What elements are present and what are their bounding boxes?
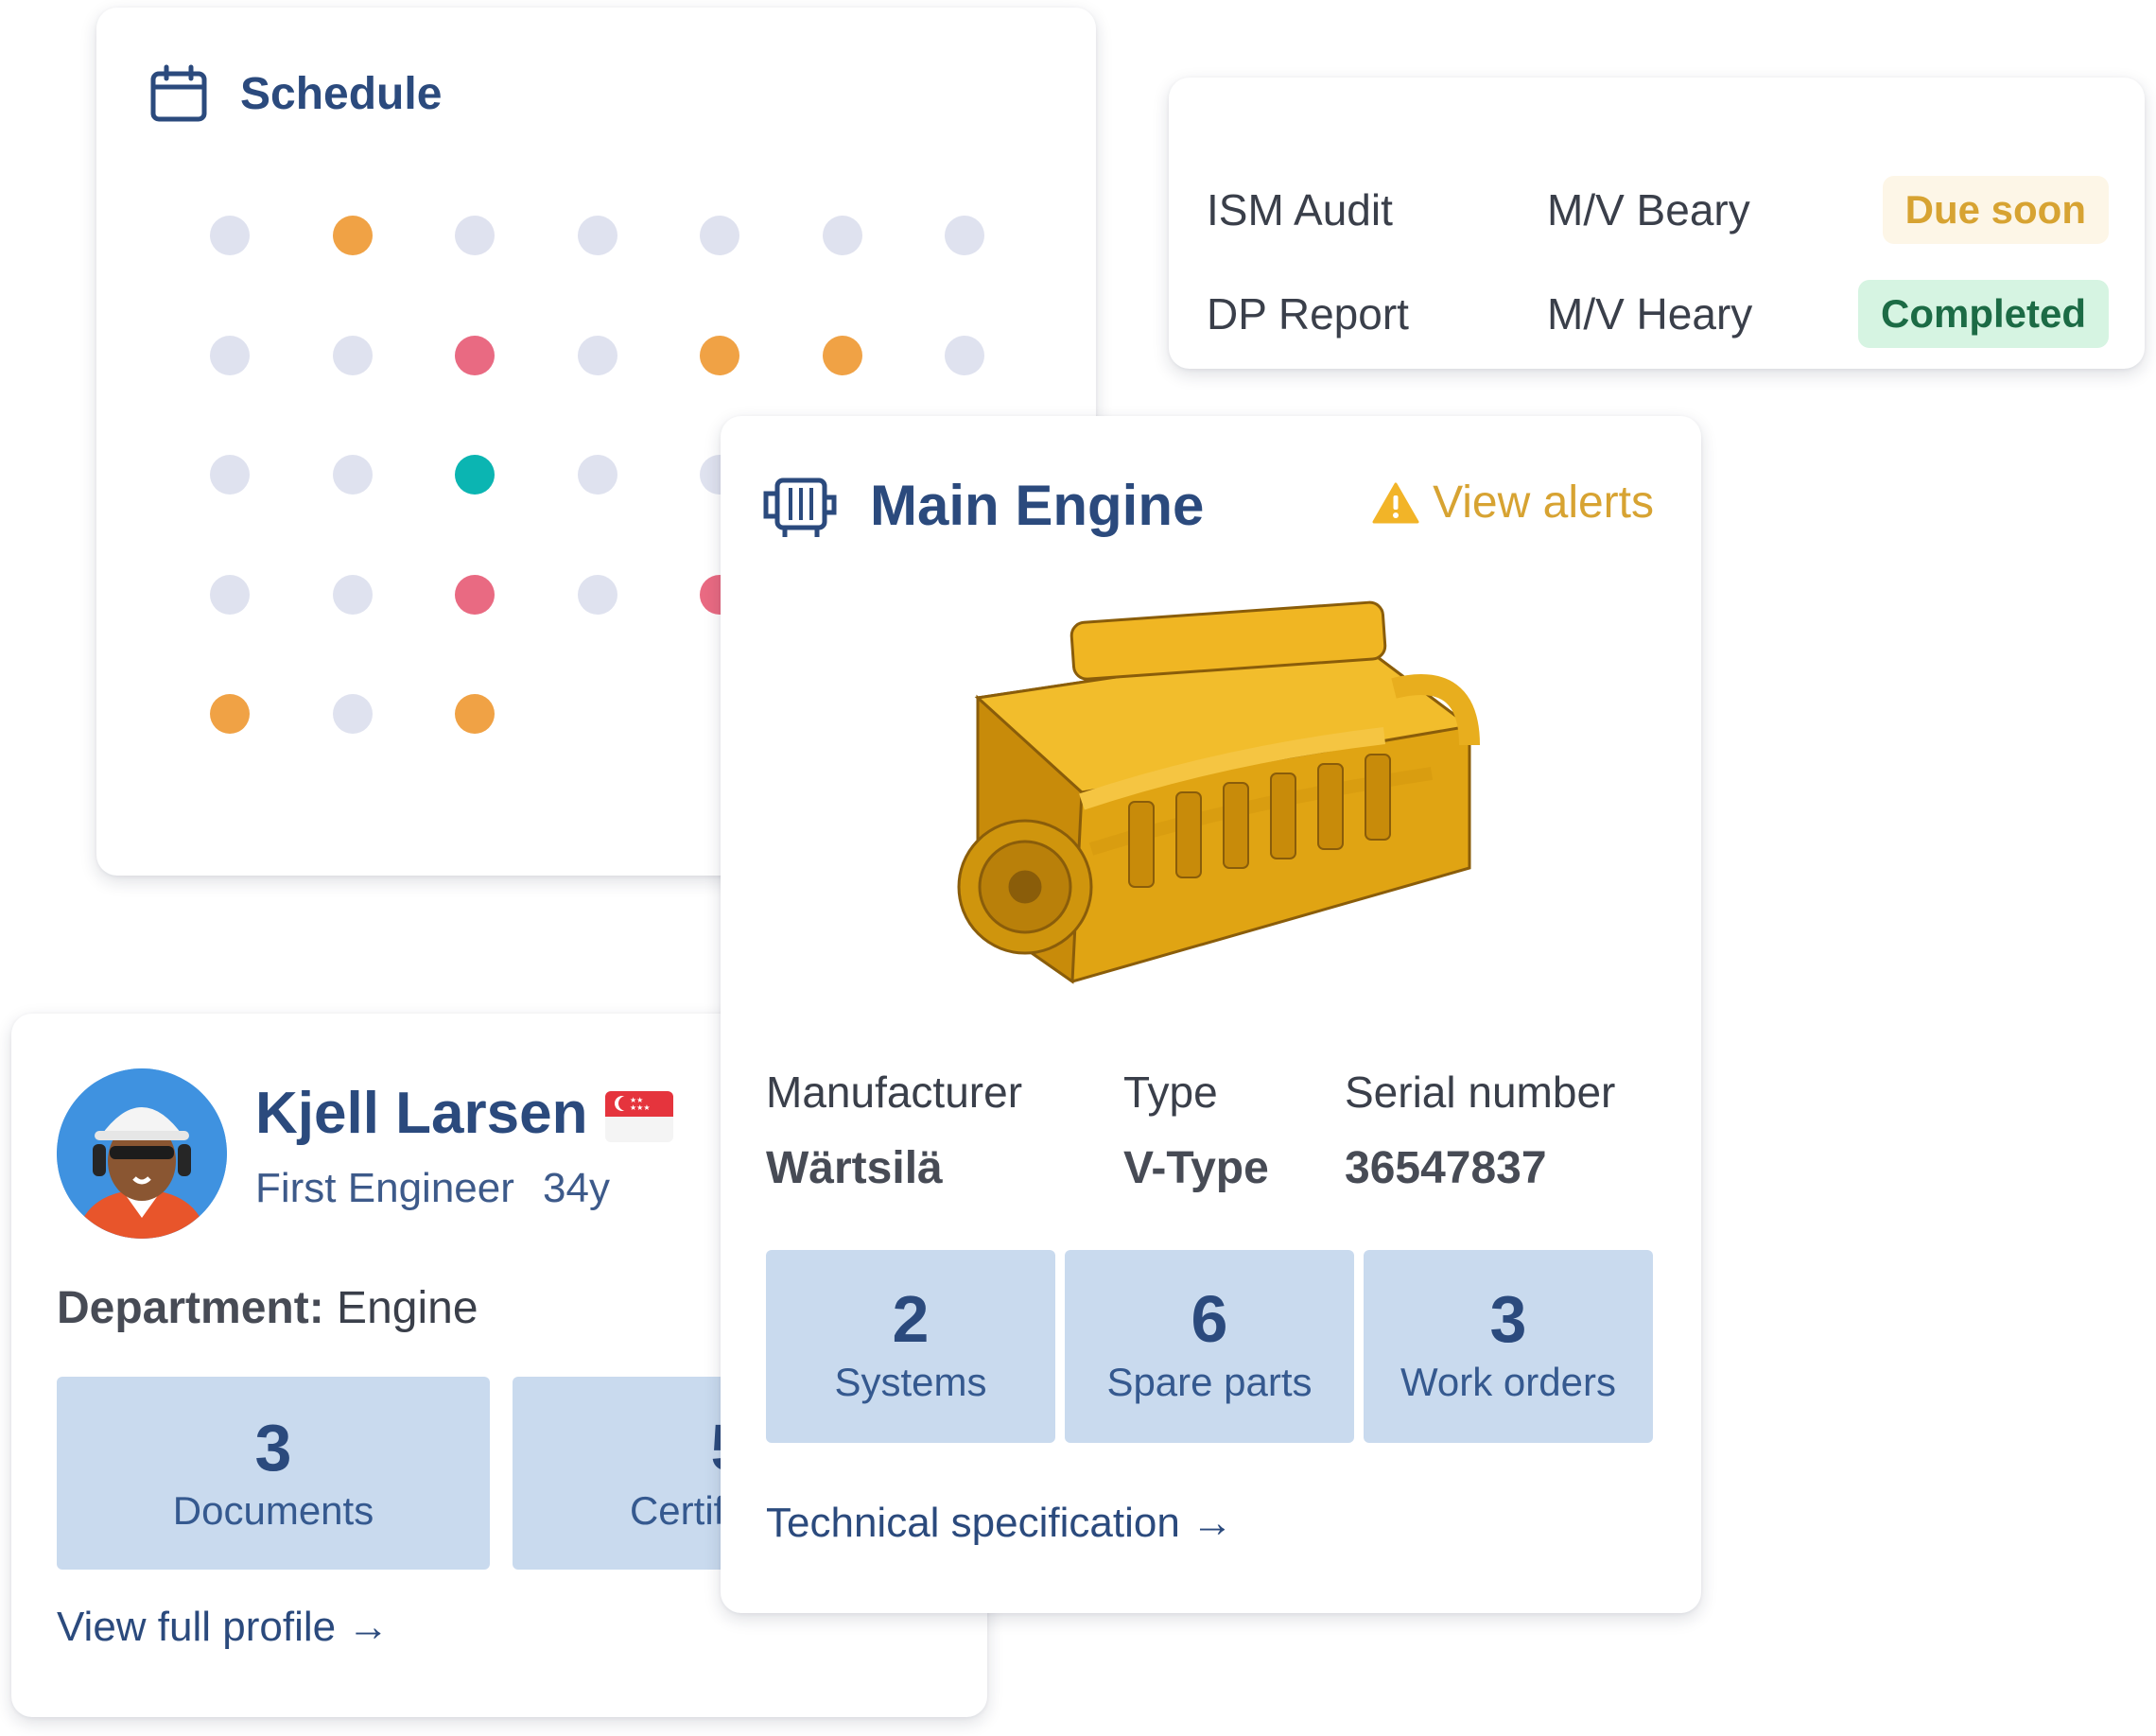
schedule-dot-red[interactable] bbox=[455, 574, 495, 615]
stat-value: 2 bbox=[892, 1282, 930, 1356]
spec-key: Serial number bbox=[1345, 1068, 1616, 1117]
spec-serial-number: Serial number 36547837 bbox=[1345, 1067, 1615, 1194]
task-name: DP Report bbox=[1207, 289, 1409, 339]
schedule-dot-empty bbox=[577, 455, 617, 495]
person-role: First Engineer bbox=[255, 1165, 514, 1211]
calendar-icon bbox=[150, 64, 207, 122]
schedule-dot-orange[interactable] bbox=[455, 694, 495, 734]
view-alerts-link[interactable]: View alerts bbox=[1372, 477, 1654, 529]
schedule-header: Schedule bbox=[149, 64, 442, 123]
warning-icon bbox=[1372, 482, 1419, 523]
spec-key: Type bbox=[1123, 1068, 1218, 1117]
schedule-dot-empty bbox=[700, 216, 739, 255]
engine-card: Main Engine View alerts Manufacturer Wär… bbox=[721, 416, 1701, 1613]
schedule-title: Schedule bbox=[240, 68, 443, 119]
stat-label: Systems bbox=[834, 1360, 987, 1404]
schedule-dot-orange[interactable] bbox=[210, 694, 250, 734]
schedule-dot-red[interactable] bbox=[455, 335, 495, 375]
schedule-dot-empty bbox=[332, 335, 373, 375]
schedule-dot-empty bbox=[210, 216, 250, 255]
schedule-dot-empty bbox=[210, 574, 250, 615]
schedule-dot-empty bbox=[455, 216, 495, 255]
task-row[interactable]: DP Report M/V Heary Completed bbox=[1207, 276, 2109, 352]
work-orders-stat[interactable]: 3 Work orders bbox=[1364, 1250, 1653, 1443]
task-vessel: M/V Beary bbox=[1547, 185, 1750, 234]
singapore-flag-icon: ★★ ★★★ bbox=[605, 1091, 673, 1142]
schedule-dot-orange[interactable] bbox=[332, 216, 373, 255]
schedule-dot-empty bbox=[210, 455, 250, 495]
status-badge: Completed bbox=[1857, 280, 2109, 348]
department-value: Engine bbox=[337, 1283, 478, 1333]
spec-manufacturer: Manufacturer Wärtsilä bbox=[766, 1067, 1022, 1194]
schedule-dot-empty bbox=[210, 335, 250, 375]
schedule-dot-empty bbox=[332, 574, 373, 615]
task-vessel: M/V Heary bbox=[1547, 289, 1753, 339]
view-full-profile-link[interactable]: View full profile → bbox=[57, 1604, 389, 1651]
schedule-dot-empty bbox=[577, 216, 617, 255]
avatar bbox=[57, 1068, 227, 1239]
engine-title: Main Engine bbox=[870, 474, 1205, 537]
schedule-dot-teal[interactable] bbox=[455, 455, 495, 495]
documents-stat[interactable]: 3 Documents bbox=[57, 1377, 490, 1570]
schedule-dot-orange[interactable] bbox=[700, 335, 739, 375]
person-name: Kjell Larsen bbox=[255, 1081, 588, 1146]
spec-value: Wärtsilä bbox=[766, 1143, 943, 1193]
stat-value: 3 bbox=[1489, 1282, 1527, 1356]
engine-image bbox=[957, 600, 1480, 984]
spec-value: V-Type bbox=[1123, 1143, 1269, 1193]
stat-value: 6 bbox=[1191, 1282, 1228, 1356]
stat-label: Work orders bbox=[1400, 1360, 1616, 1404]
spec-key: Manufacturer bbox=[766, 1068, 1023, 1117]
spec-value: 36547837 bbox=[1345, 1143, 1547, 1193]
engine-icon bbox=[763, 477, 837, 537]
schedule-dot-empty bbox=[945, 216, 984, 255]
stat-value: 3 bbox=[254, 1411, 292, 1484]
department: Department: Engine bbox=[57, 1282, 478, 1334]
schedule-dot-empty bbox=[332, 694, 373, 734]
spare-parts-stat[interactable]: 6 Spare parts bbox=[1065, 1250, 1354, 1443]
technical-specification-link[interactable]: Technical specification → bbox=[766, 1500, 1233, 1547]
schedule-dot-empty bbox=[945, 335, 984, 375]
status-badge: Due soon bbox=[1882, 176, 2109, 244]
department-label: Department: bbox=[57, 1283, 324, 1333]
task-name: ISM Audit bbox=[1207, 185, 1393, 234]
schedule-dot-empty bbox=[577, 574, 617, 615]
person-age: 34y bbox=[543, 1165, 610, 1211]
schedule-dot-orange[interactable] bbox=[822, 335, 862, 375]
stat-label: Documents bbox=[172, 1488, 374, 1533]
schedule-dot-empty bbox=[577, 335, 617, 375]
systems-stat[interactable]: 2 Systems bbox=[766, 1250, 1055, 1443]
schedule-dot-empty bbox=[332, 455, 373, 495]
task-row[interactable]: ISM Audit M/V Beary Due soon bbox=[1207, 172, 2109, 248]
stat-label: Spare parts bbox=[1106, 1360, 1313, 1404]
view-alerts-label: View alerts bbox=[1433, 477, 1654, 528]
person-avatar-icon bbox=[57, 1068, 227, 1239]
schedule-dot-empty bbox=[822, 216, 862, 255]
tasks-card: ISM Audit M/V Beary Due soon DP Report M… bbox=[1169, 78, 2145, 369]
spec-type: Type V-Type bbox=[1123, 1067, 1269, 1194]
